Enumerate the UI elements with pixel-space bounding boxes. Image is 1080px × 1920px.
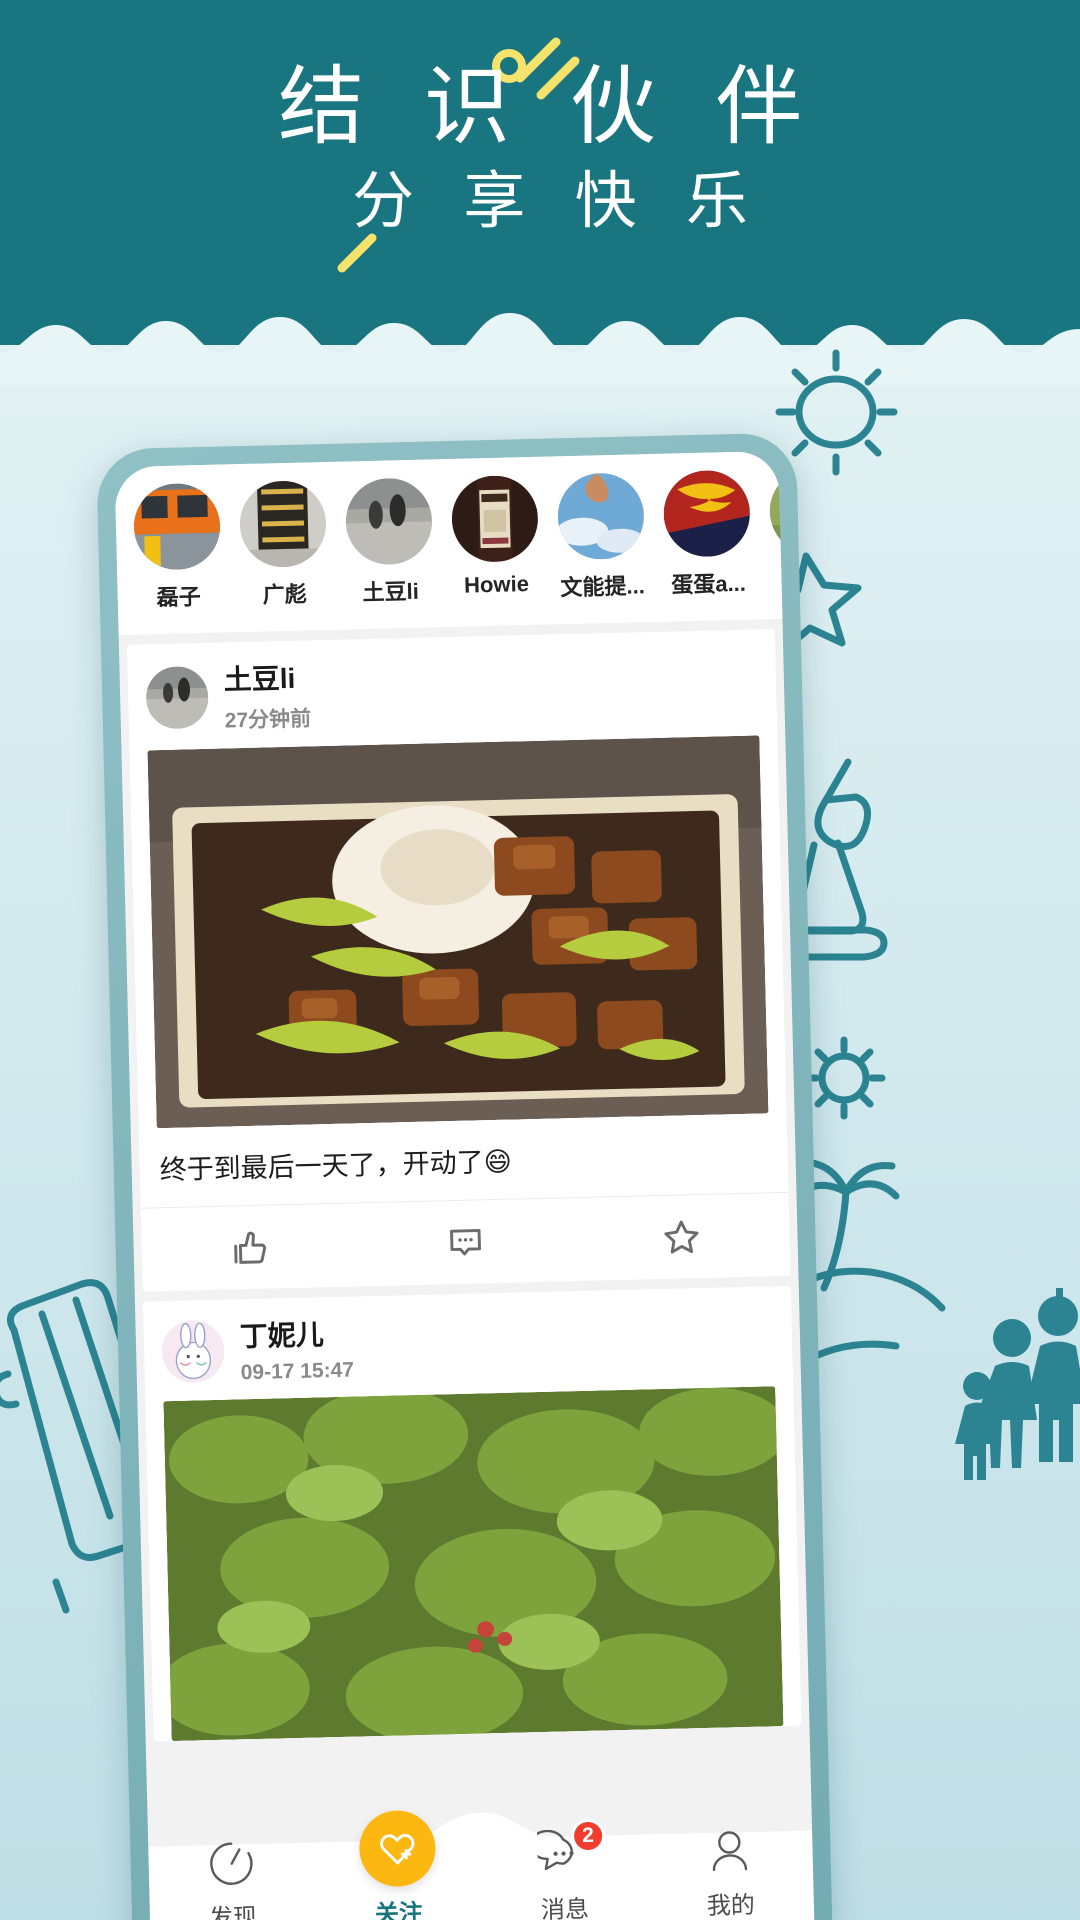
story-item[interactable]: 土豆li bbox=[344, 477, 434, 607]
tab-label: 关注 bbox=[374, 1900, 424, 1920]
post-image[interactable] bbox=[147, 735, 769, 1129]
story-name: 广彪 bbox=[262, 581, 308, 608]
post-timestamp: 27分钟前 bbox=[224, 707, 312, 733]
small-sun-doodle bbox=[802, 1036, 886, 1120]
tab-following[interactable]: 关注 bbox=[314, 1809, 483, 1920]
story-avatar[interactable] bbox=[556, 472, 645, 561]
heart-plus-icon bbox=[380, 1834, 415, 1865]
heart-plus-button[interactable] bbox=[358, 1809, 437, 1888]
story-name: Howie bbox=[463, 571, 530, 598]
like-button[interactable] bbox=[141, 1223, 358, 1272]
hero-decoration-marks bbox=[337, 37, 580, 273]
comment-bubble-icon bbox=[450, 1228, 481, 1255]
tab-profile[interactable]: 我的 bbox=[645, 1804, 814, 1920]
comment-button[interactable] bbox=[357, 1218, 574, 1267]
story-item[interactable]: 蛋蛋a... bbox=[662, 469, 752, 600]
feed-post[interactable]: 土豆li 27分钟前 终于到最后一天了，开动了😄 bbox=[126, 629, 791, 1292]
message-badge: 2 bbox=[570, 1818, 606, 1854]
post-meta: 土豆li 27分钟前 bbox=[223, 656, 311, 734]
post-meta: 丁妮儿 09-17 15:47 bbox=[239, 1313, 354, 1386]
compass-icon bbox=[205, 1837, 258, 1890]
tab-list[interactable]: 发现 关注 2 消息 我的 bbox=[148, 1804, 815, 1920]
story-item[interactable]: 磊子 bbox=[132, 482, 222, 613]
thumbs-up-icon bbox=[234, 1231, 266, 1264]
story-avatar[interactable] bbox=[132, 482, 222, 571]
story-name: 土豆li bbox=[362, 578, 420, 606]
story-item[interactable]: 文能提... bbox=[556, 472, 646, 602]
post-author-avatar[interactable] bbox=[145, 665, 209, 730]
post-header: 丁妮儿 09-17 15:47 bbox=[143, 1286, 793, 1398]
building-photo-icon bbox=[238, 479, 328, 569]
street-photo-icon bbox=[344, 477, 433, 566]
feed-list[interactable]: 土豆li 27分钟前 终于到最后一天了，开动了😄 丁妮儿 09-17 15:47 bbox=[119, 619, 815, 1920]
sky-photo-icon bbox=[556, 472, 645, 561]
message-bubble-icon: 2 bbox=[529, 1818, 606, 1882]
post-author-name: 丁妮儿 bbox=[239, 1319, 325, 1353]
post-image[interactable] bbox=[163, 1386, 784, 1742]
tab-discover[interactable]: 发现 bbox=[148, 1817, 317, 1920]
tab-messages[interactable]: 2 消息 bbox=[480, 1809, 649, 1920]
story-name: 磊子 bbox=[156, 584, 202, 611]
post-action-bar bbox=[140, 1191, 791, 1292]
favorite-button[interactable] bbox=[573, 1212, 790, 1261]
story-avatar[interactable] bbox=[662, 469, 751, 558]
story-avatar[interactable] bbox=[238, 479, 328, 569]
bus-photo-icon bbox=[132, 482, 222, 571]
story-avatar[interactable] bbox=[344, 477, 433, 566]
bottom-tab-bar[interactable]: 发现 关注 2 消息 我的 bbox=[148, 1804, 815, 1920]
green-leaves-photo-icon bbox=[163, 1386, 784, 1742]
post-author-name: 土豆li bbox=[223, 662, 296, 696]
person-icon bbox=[703, 1825, 756, 1878]
stories-bar[interactable]: 磊子 广彪 土豆li Howie 文能提... 蛋蛋a... bbox=[114, 450, 815, 636]
feed-post[interactable]: 丁妮儿 09-17 15:47 bbox=[142, 1285, 802, 1742]
braised-pork-lunchbox-photo-icon bbox=[147, 735, 769, 1129]
family-doodle bbox=[955, 1288, 1080, 1480]
superman-logo-icon bbox=[662, 469, 751, 558]
post-timestamp: 09-17 15:47 bbox=[240, 1358, 355, 1385]
wine-bottle-photo-icon bbox=[450, 474, 539, 563]
phone-screen: 磊子 广彪 土豆li Howie 文能提... 蛋蛋a... 土豆li 27分钟… bbox=[114, 450, 815, 1920]
post-header: 土豆li 27分钟前 bbox=[127, 629, 777, 747]
story-name: 文能提... bbox=[560, 573, 646, 601]
story-item[interactable]: Howie bbox=[450, 474, 540, 599]
phone-mockup: 磊子 广彪 土豆li Howie 文能提... 蛋蛋a... 土豆li 27分钟… bbox=[96, 432, 833, 1920]
street-photo-icon bbox=[145, 665, 209, 730]
post-author-avatar[interactable] bbox=[161, 1319, 225, 1384]
story-name: 蛋蛋a... bbox=[670, 570, 747, 598]
story-item[interactable]: 广彪 bbox=[238, 479, 328, 610]
story-avatar[interactable] bbox=[450, 474, 539, 563]
tab-label: 消息 bbox=[540, 1895, 590, 1920]
tab-label: 我的 bbox=[706, 1891, 756, 1920]
tab-label: 发现 bbox=[208, 1904, 258, 1920]
star-outline-icon bbox=[664, 1220, 699, 1253]
pink-bunny-illustration-icon bbox=[161, 1319, 225, 1384]
